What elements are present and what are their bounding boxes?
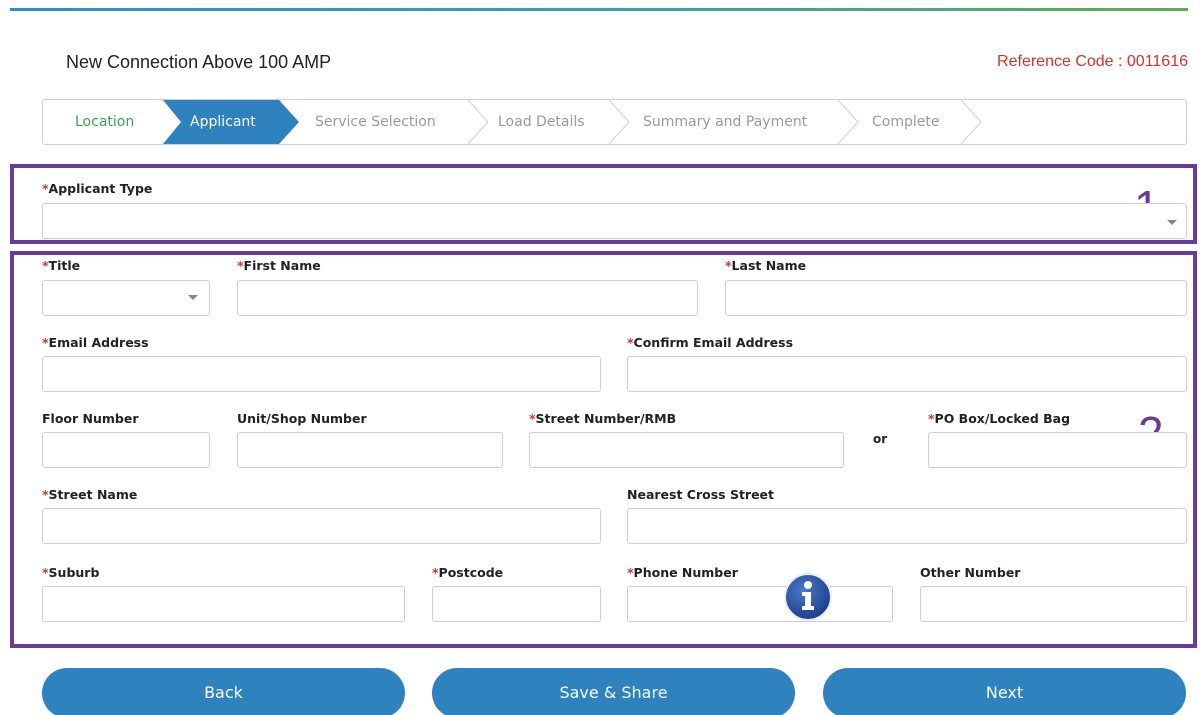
phone-input[interactable] bbox=[627, 586, 893, 622]
floor-number-input[interactable] bbox=[42, 432, 210, 468]
info-icon[interactable] bbox=[783, 572, 833, 622]
street-name-label: *Street Name bbox=[42, 487, 138, 502]
suburb-input[interactable] bbox=[42, 586, 405, 622]
page-title: New Connection Above 100 AMP bbox=[66, 52, 332, 72]
progress-stepper: Location Applicant Service Selection Loa… bbox=[42, 99, 1187, 145]
other-number-input[interactable] bbox=[920, 586, 1187, 622]
save-share-button[interactable]: Save & Share bbox=[432, 668, 795, 715]
step-load-details[interactable]: Load Details bbox=[498, 100, 585, 144]
po-box-label: *PO Box/Locked Bag bbox=[928, 411, 1071, 426]
unit-shop-label: Unit/Shop Number bbox=[237, 411, 367, 426]
last-name-input[interactable] bbox=[725, 280, 1187, 316]
chevron-down-icon bbox=[188, 295, 198, 300]
street-number-label: *Street Number/RMB bbox=[529, 411, 677, 426]
suburb-label: *Suburb bbox=[42, 565, 100, 580]
top-accent-rule bbox=[10, 8, 1188, 11]
step-applicant[interactable]: Applicant bbox=[190, 100, 256, 144]
confirm-email-input[interactable] bbox=[627, 356, 1187, 392]
chevron-divider bbox=[609, 100, 629, 144]
chevron-divider bbox=[838, 100, 858, 144]
or-separator: or bbox=[873, 432, 888, 446]
step-service-selection[interactable]: Service Selection bbox=[315, 100, 436, 144]
last-name-label: *Last Name bbox=[725, 258, 807, 273]
email-label: *Email Address bbox=[42, 335, 149, 350]
applicant-type-label: *Applicant Type bbox=[42, 181, 153, 196]
chevron-down-icon bbox=[1167, 220, 1177, 225]
floor-number-label: Floor Number bbox=[42, 411, 139, 426]
next-button[interactable]: Next bbox=[823, 668, 1186, 715]
reference-code: Reference Code : 0011616 bbox=[997, 53, 1188, 70]
confirm-email-label: *Confirm Email Address bbox=[627, 335, 794, 350]
step-complete[interactable]: Complete bbox=[872, 100, 939, 144]
step-location[interactable]: Location bbox=[75, 100, 134, 144]
street-name-input[interactable] bbox=[42, 508, 601, 544]
unit-shop-input[interactable] bbox=[237, 432, 503, 468]
first-name-label: *First Name bbox=[237, 258, 321, 273]
chevron-divider bbox=[961, 100, 981, 144]
back-button[interactable]: Back bbox=[42, 668, 405, 715]
cross-street-input[interactable] bbox=[627, 508, 1187, 544]
email-input[interactable] bbox=[42, 356, 601, 392]
phone-label: *Phone Number bbox=[627, 565, 738, 580]
title-label: *Title bbox=[42, 258, 81, 273]
title-select[interactable] bbox=[42, 280, 210, 316]
first-name-input[interactable] bbox=[237, 280, 698, 316]
street-number-input[interactable] bbox=[529, 432, 844, 468]
postcode-label: *Postcode bbox=[432, 565, 504, 580]
other-number-label: Other Number bbox=[920, 565, 1021, 580]
chevron-divider bbox=[468, 100, 488, 144]
postcode-input[interactable] bbox=[432, 586, 601, 622]
applicant-type-select[interactable] bbox=[42, 203, 1187, 239]
po-box-input[interactable] bbox=[928, 432, 1187, 468]
cross-street-label: Nearest Cross Street bbox=[627, 487, 775, 502]
step-summary-payment[interactable]: Summary and Payment bbox=[643, 100, 807, 144]
